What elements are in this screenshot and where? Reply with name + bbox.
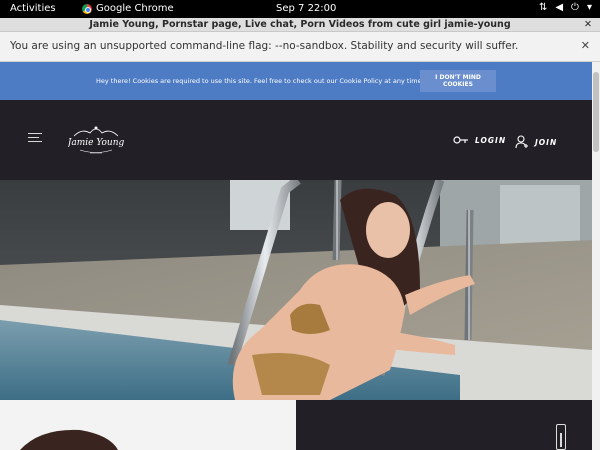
portrait-image [0, 400, 296, 450]
site-logo[interactable]: Jamie Young [68, 122, 124, 158]
volume-icon: ◀ [555, 2, 564, 13]
menu-icon[interactable] [28, 133, 42, 145]
join-link[interactable]: JOIN [515, 135, 557, 149]
system-top-bar: Activities Google Chrome Sep 7 22:00 ⇅ ◀… [0, 0, 600, 18]
infobar-message: You are using an unsupported command-lin… [10, 40, 519, 52]
secondary-image [0, 400, 296, 450]
site-header: Jamie Young LOGIN JOIN [0, 100, 592, 180]
network-icon: ⇅ [538, 2, 548, 13]
activities-button[interactable]: Activities [10, 3, 56, 14]
app-name: Google Chrome [96, 3, 174, 14]
power-icon: ⏻ [571, 2, 579, 13]
window-title: Jamie Young, Pornstar page, Live chat, P… [89, 19, 511, 30]
scrollbar-thumb[interactable] [593, 72, 599, 152]
chrome-icon [82, 3, 92, 14]
page-scrollbar[interactable] [592, 62, 600, 450]
join-label: JOIN [535, 137, 558, 147]
login-label: LOGIN [475, 135, 507, 145]
scroll-indicator-icon [556, 424, 566, 450]
close-window-icon[interactable]: ✕ [584, 18, 592, 32]
info-panel [296, 400, 592, 450]
key-icon [453, 136, 468, 144]
infobar-close-icon[interactable]: ✕ [581, 39, 590, 52]
chevron-down-icon: ▾ [586, 2, 592, 13]
unsupported-flag-infobar: You are using an unsupported command-lin… [0, 32, 600, 62]
system-tray[interactable]: ⇅ ◀ ⏻ ▾ [539, 2, 592, 13]
accept-cookies-button[interactable]: I DON'T MIND COOKIES [420, 70, 496, 92]
hero-image [0, 180, 592, 400]
add-user-icon [515, 135, 528, 149]
app-menu[interactable]: Google Chrome [82, 3, 174, 14]
login-link[interactable]: LOGIN [453, 135, 506, 145]
cookie-text: Hey there! Cookies are required to use t… [96, 77, 424, 85]
clock[interactable]: Sep 7 22:00 [276, 3, 336, 14]
svg-text:Jamie Young: Jamie Young [68, 138, 124, 148]
cookie-banner: Hey there! Cookies are required to use t… [0, 62, 592, 100]
window-title-bar: Jamie Young, Pornstar page, Live chat, P… [0, 18, 600, 32]
activities-label: Activities [10, 3, 56, 14]
